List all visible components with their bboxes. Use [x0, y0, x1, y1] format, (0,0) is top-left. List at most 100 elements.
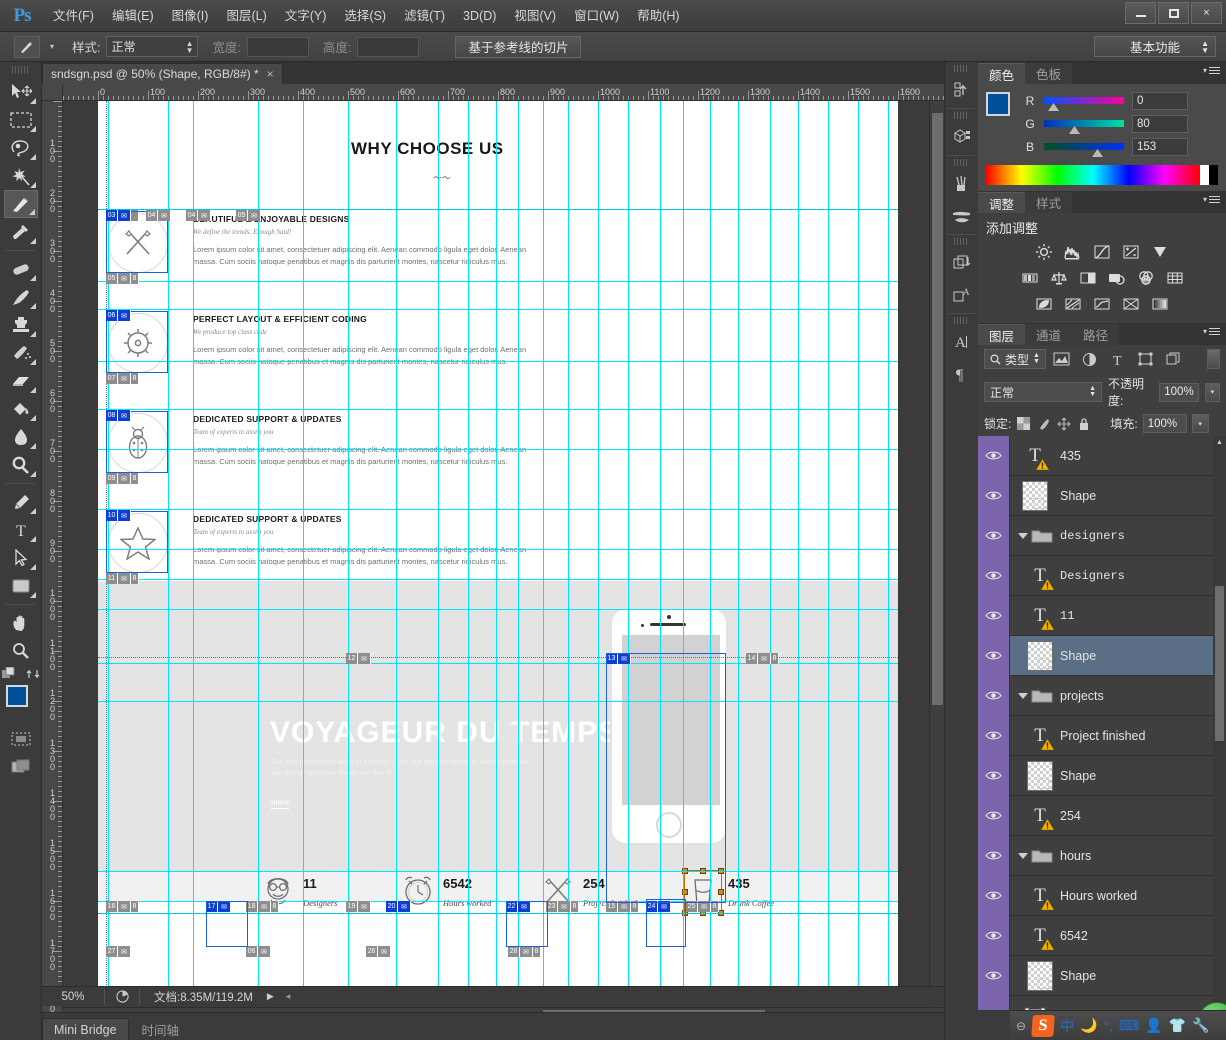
- layer-visibility-toggle[interactable]: [978, 755, 1010, 796]
- vertical-guide[interactable]: [193, 101, 194, 1001]
- slice-badge[interactable]: 06 ✉: [106, 310, 131, 321]
- hand-tool[interactable]: [4, 609, 38, 637]
- layer-visibility-toggle[interactable]: [978, 555, 1010, 596]
- close-icon[interactable]: ×: [267, 67, 274, 81]
- layer-row[interactable]: T 6542: [978, 915, 1226, 956]
- tool-preset-chevron-icon[interactable]: ▾: [46, 42, 58, 51]
- layers-scrollbar[interactable]: ▲ ▼: [1213, 436, 1226, 1040]
- vertical-guide[interactable]: [303, 101, 304, 1001]
- healing-brush-tool[interactable]: [4, 255, 38, 283]
- fill-value[interactable]: 100%: [1142, 414, 1187, 433]
- canvas-scroll-area[interactable]: WHY CHOOSE US 〜〜 BEAUTIFUL & ENJOYABLE D…: [63, 101, 944, 1021]
- vertical-guide[interactable]: [518, 101, 519, 1001]
- rail-grip[interactable]: [954, 65, 969, 72]
- layer-row[interactable]: T Designers: [978, 555, 1226, 596]
- keyboard-icon[interactable]: ⌨: [1119, 1017, 1139, 1034]
- panel-menu-button[interactable]: ▾: [1203, 327, 1220, 336]
- paint-bucket-tool[interactable]: [4, 395, 38, 423]
- slice-region[interactable]: [206, 901, 248, 947]
- channel-slider[interactable]: [1044, 120, 1124, 134]
- history-brush-tool[interactable]: [4, 339, 38, 367]
- comma-icon[interactable]: °,: [1104, 1018, 1114, 1034]
- layer-row[interactable]: Shape: [978, 635, 1226, 676]
- layer-list[interactable]: T 435 Shape designers T Designers T 11 Shape proj…: [978, 435, 1226, 1040]
- layer-name[interactable]: Shape: [1060, 489, 1096, 503]
- slice-tool-icon[interactable]: [14, 35, 40, 58]
- menu-item-7[interactable]: 3D(D): [454, 0, 505, 32]
- adjustment-filter-icon[interactable]: [1078, 349, 1102, 369]
- channel-value[interactable]: 80: [1132, 115, 1188, 133]
- black-white-icon[interactable]: [1075, 267, 1100, 289]
- layer-visibility-toggle[interactable]: [978, 715, 1010, 756]
- layer-row[interactable]: T Hours worked: [978, 875, 1226, 916]
- blur-tool[interactable]: [4, 423, 38, 451]
- tab-adjustments[interactable]: 调整: [978, 192, 1026, 213]
- slice-badge[interactable]: 05 ✉ 8: [106, 273, 139, 284]
- minimize-button[interactable]: [1125, 2, 1156, 24]
- shape-filter-icon[interactable]: [1134, 349, 1158, 369]
- vertical-guide[interactable]: [468, 101, 469, 1001]
- vertical-guide[interactable]: [496, 101, 497, 1001]
- horizontal-guide[interactable]: [98, 309, 898, 310]
- layer-visibility-toggle[interactable]: [978, 835, 1010, 876]
- layer-row[interactable]: designers: [978, 515, 1226, 556]
- layer-row[interactable]: Shape: [978, 475, 1226, 516]
- slice-badge[interactable]: 09 ✉ 8: [106, 473, 139, 484]
- threshold-icon[interactable]: [1090, 293, 1115, 315]
- vertical-guide[interactable]: [798, 101, 799, 1001]
- layer-name[interactable]: Designers: [1060, 569, 1125, 583]
- vertical-guide[interactable]: [738, 101, 739, 1001]
- height-input[interactable]: [357, 36, 420, 57]
- path-selection-tool[interactable]: [4, 544, 38, 572]
- rail-grip[interactable]: [954, 159, 969, 166]
- slice-badge[interactable]: 20 ✉: [386, 901, 411, 912]
- character-panel-icon[interactable]: A: [945, 326, 979, 358]
- channel-slider[interactable]: [1044, 143, 1124, 157]
- layer-name[interactable]: Project finished: [1060, 729, 1145, 743]
- posterize-icon[interactable]: [1061, 293, 1086, 315]
- slice-badge[interactable]: 08 ✉: [106, 410, 131, 421]
- layer-row[interactable]: T 254: [978, 795, 1226, 836]
- vertical-guide[interactable]: [828, 101, 829, 1001]
- slice-badge[interactable]: 10 ✉: [106, 510, 131, 521]
- brush-panel-icon[interactable]: [945, 200, 979, 232]
- layer-name[interactable]: Shape: [1060, 969, 1096, 983]
- rail-grip[interactable]: [954, 238, 969, 245]
- menu-item-0[interactable]: 文件(F): [44, 0, 103, 32]
- vertical-guide[interactable]: [438, 101, 439, 1001]
- layer-row[interactable]: T 435: [978, 435, 1226, 476]
- layer-visibility-toggle[interactable]: [978, 435, 1010, 476]
- slice-badge[interactable]: 19 ✉: [346, 901, 371, 912]
- layer-visibility-toggle[interactable]: [978, 875, 1010, 916]
- document-tab[interactable]: sndsgn.psd @ 50% (Shape, RGB/8#) * ×: [42, 63, 283, 84]
- screen-mode-icon[interactable]: [4, 753, 38, 781]
- invert-icon[interactable]: [1032, 293, 1057, 315]
- layer-name[interactable]: Shape: [1060, 649, 1096, 663]
- horizontal-guide[interactable]: [98, 549, 898, 550]
- paragraph-panel-icon[interactable]: ¶: [945, 358, 979, 390]
- hue-saturation-icon[interactable]: [1017, 267, 1042, 289]
- eraser-tool[interactable]: [4, 367, 38, 395]
- zoom-tool[interactable]: [4, 637, 38, 665]
- tab-paths[interactable]: 路径: [1072, 324, 1120, 345]
- tab-swatches[interactable]: 色板: [1025, 63, 1073, 84]
- menu-item-5[interactable]: 选择(S): [335, 0, 395, 32]
- color-panel-swatches[interactable]: [986, 92, 1022, 126]
- width-input[interactable]: [246, 36, 309, 57]
- horizontal-guide[interactable]: [98, 609, 898, 610]
- brightness-contrast-icon[interactable]: [1032, 241, 1057, 263]
- style-select[interactable]: 正常 ▲ ▼: [106, 36, 199, 57]
- menu-item-1[interactable]: 编辑(E): [103, 0, 163, 32]
- eyedropper-tool[interactable]: [4, 218, 38, 246]
- slice-badge[interactable]: 07 ✉ 8: [106, 373, 139, 384]
- slice-badge[interactable]: 04 ✉: [146, 210, 171, 221]
- menu-item-10[interactable]: 帮助(H): [628, 0, 688, 32]
- layer-visibility-toggle[interactable]: [978, 675, 1010, 716]
- color-swatches[interactable]: [4, 685, 38, 717]
- fill-slider-chevron-icon[interactable]: ▾: [1191, 414, 1209, 433]
- horizontal-guide[interactable]: [98, 701, 898, 702]
- layer-visibility-toggle[interactable]: [978, 795, 1010, 836]
- slice-badge[interactable]: 14 ✉ 8: [746, 653, 779, 664]
- slice-badge[interactable]: 27 ✉: [106, 946, 131, 957]
- tab-timeline[interactable]: 时间轴: [129, 1018, 192, 1040]
